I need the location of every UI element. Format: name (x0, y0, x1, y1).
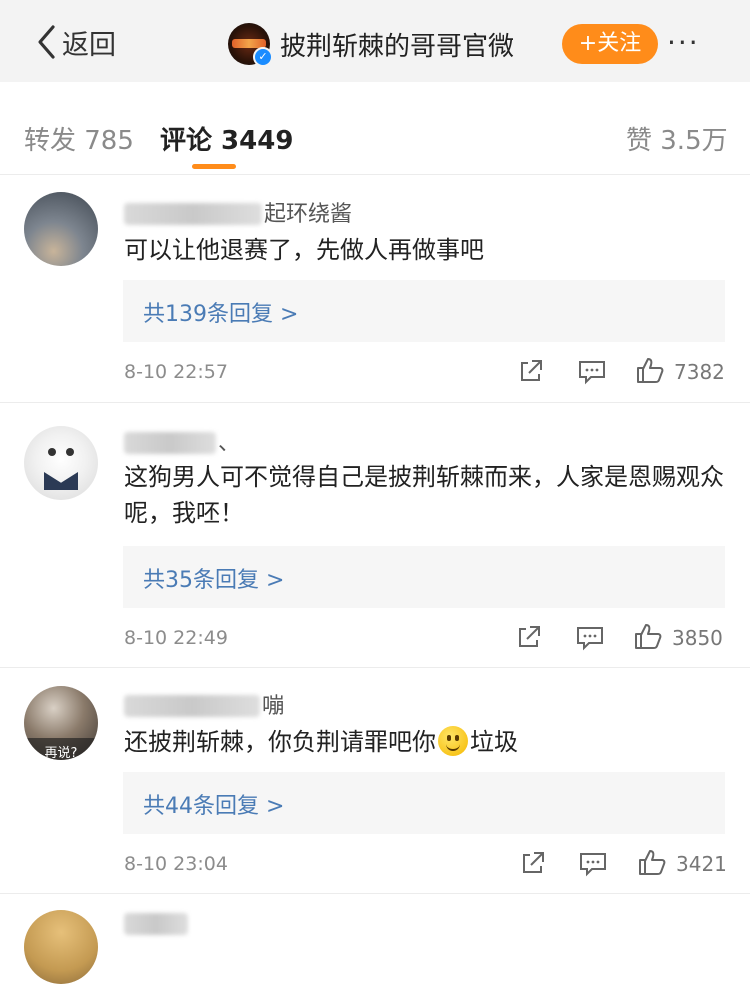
share-icon[interactable] (516, 624, 542, 654)
like-icon[interactable] (638, 848, 666, 880)
username[interactable]: 起环绕酱 (124, 196, 352, 228)
more-icon[interactable]: ··· (667, 29, 700, 57)
replies-link[interactable]: 共35条回复 > (123, 546, 725, 608)
divider (0, 402, 750, 403)
tab-likes[interactable]: 赞 3.5万 (626, 120, 728, 157)
share-icon[interactable] (518, 358, 544, 388)
replies-label: 共35条回复 > (143, 568, 285, 593)
avatar-caption: 再说? (44, 746, 78, 760)
comment-icon[interactable] (576, 625, 604, 655)
comment-icon[interactable] (579, 851, 607, 881)
replies-link[interactable]: 共44条回复 > (123, 772, 725, 834)
like-icon[interactable] (636, 356, 664, 388)
replies-link[interactable]: 共139条回复 > (123, 280, 725, 342)
tab-active-indicator (192, 164, 236, 169)
comment-time: 8-10 22:57 (124, 361, 228, 383)
back-button[interactable]: 返回 (36, 22, 116, 62)
follow-button[interactable]: +关注 (562, 24, 658, 64)
divider (0, 667, 750, 668)
back-label: 返回 (62, 29, 116, 61)
comment-icon[interactable] (578, 359, 606, 389)
comment-time: 8-10 22:49 (124, 627, 228, 649)
page-title: 披荆斩棘的哥哥官微 (280, 32, 515, 62)
comment-time: 8-10 23:04 (124, 853, 228, 875)
comment-text: 这狗男人可不觉得自己是披荆斩棘而来，人家是恩赐观众呢，我呸！ (124, 463, 724, 527)
share-icon[interactable] (520, 850, 546, 880)
like-count: 7382 (674, 360, 725, 384)
chevron-left-icon (36, 24, 56, 60)
like-count: 3421 (676, 852, 727, 876)
tab-comments[interactable]: 评论 3449 (160, 120, 293, 157)
divider (0, 893, 750, 894)
username[interactable]: 、 (124, 425, 240, 457)
avatar[interactable] (24, 426, 98, 500)
like-count: 3850 (672, 626, 723, 650)
nav-bar: 返回 ✓ 披荆斩棘的哥哥官微 +关注 ··· (0, 0, 750, 82)
avatar[interactable]: 再说? (24, 686, 98, 760)
username-redacted (124, 203, 262, 225)
username[interactable]: 嘣 (124, 688, 284, 720)
username[interactable] (124, 912, 190, 937)
avatar[interactable] (24, 910, 98, 984)
tab-repost[interactable]: 转发 785 (24, 120, 134, 157)
smile-emoji-icon (438, 726, 468, 756)
tab-bar: 转发 785 评论 3449 赞 3.5万 (0, 96, 750, 175)
username-redacted (124, 432, 216, 454)
avatar[interactable] (24, 192, 98, 266)
replies-label: 共139条回复 > (143, 302, 299, 327)
like-icon[interactable] (634, 622, 662, 654)
username-redacted (124, 695, 260, 717)
username-redacted (124, 913, 188, 935)
replies-label: 共44条回复 > (143, 794, 285, 819)
account-avatar[interactable]: ✓ (228, 23, 273, 67)
verified-icon: ✓ (253, 47, 273, 67)
comment-text: 还披荆斩棘，你负荆请罪吧你 垃圾 (124, 726, 518, 756)
comment-text: 可以让他退赛了，先做人再做事吧 (124, 236, 484, 264)
